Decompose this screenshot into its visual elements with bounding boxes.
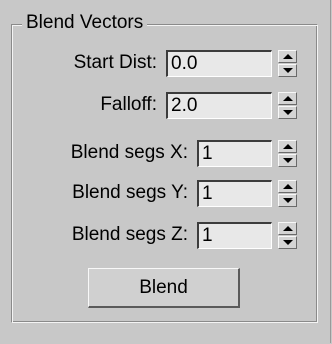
spinner-up-button[interactable]: [278, 50, 297, 63]
spinner-up-button[interactable]: [278, 222, 297, 235]
blend-segs-z-spinner[interactable]: [278, 222, 297, 249]
spinner-up-button[interactable]: [278, 140, 297, 153]
arrow-up-icon: [283, 226, 293, 231]
blend-segs-z-label: Blend segs Z:: [71, 224, 188, 245]
falloff-label: Falloff:: [100, 94, 157, 115]
blend-segs-x-spinner[interactable]: [278, 140, 297, 167]
spinner-up-button[interactable]: [278, 92, 297, 105]
blend-button[interactable]: Blend: [88, 268, 240, 308]
blend-segs-y-spinner[interactable]: [278, 180, 297, 207]
arrow-up-icon: [283, 184, 293, 189]
start-dist-spinner[interactable]: [278, 50, 297, 77]
spinner-down-button[interactable]: [278, 106, 297, 119]
arrow-down-icon: [283, 158, 293, 163]
blend-segs-x-field[interactable]: 1: [197, 140, 272, 167]
start-dist-label: Start Dist:: [73, 52, 157, 73]
spinner-down-button[interactable]: [278, 154, 297, 167]
blend-segs-z-field[interactable]: 1: [197, 222, 272, 249]
blend-segs-y-label: Blend segs Y:: [72, 182, 188, 203]
blend-segs-x-label: Blend segs X:: [70, 142, 188, 163]
spinner-down-button[interactable]: [278, 194, 297, 207]
spinner-down-button[interactable]: [278, 236, 297, 249]
rollout-panel: Blend Vectors Start Dist: 0.0 Falloff: 2…: [0, 0, 331, 343]
arrow-down-icon: [283, 110, 293, 115]
blend-segs-y-field[interactable]: 1: [197, 180, 272, 207]
arrow-up-icon: [283, 54, 293, 59]
falloff-field[interactable]: 2.0: [166, 92, 272, 119]
arrow-down-icon: [283, 68, 293, 73]
falloff-spinner[interactable]: [278, 92, 297, 119]
group-title: Blend Vectors: [22, 11, 148, 35]
arrow-up-icon: [283, 144, 293, 149]
start-dist-field[interactable]: 0.0: [166, 50, 272, 77]
arrow-down-icon: [283, 198, 293, 203]
arrow-down-icon: [283, 240, 293, 245]
spinner-up-button[interactable]: [278, 180, 297, 193]
arrow-up-icon: [283, 96, 293, 101]
spinner-down-button[interactable]: [278, 64, 297, 77]
